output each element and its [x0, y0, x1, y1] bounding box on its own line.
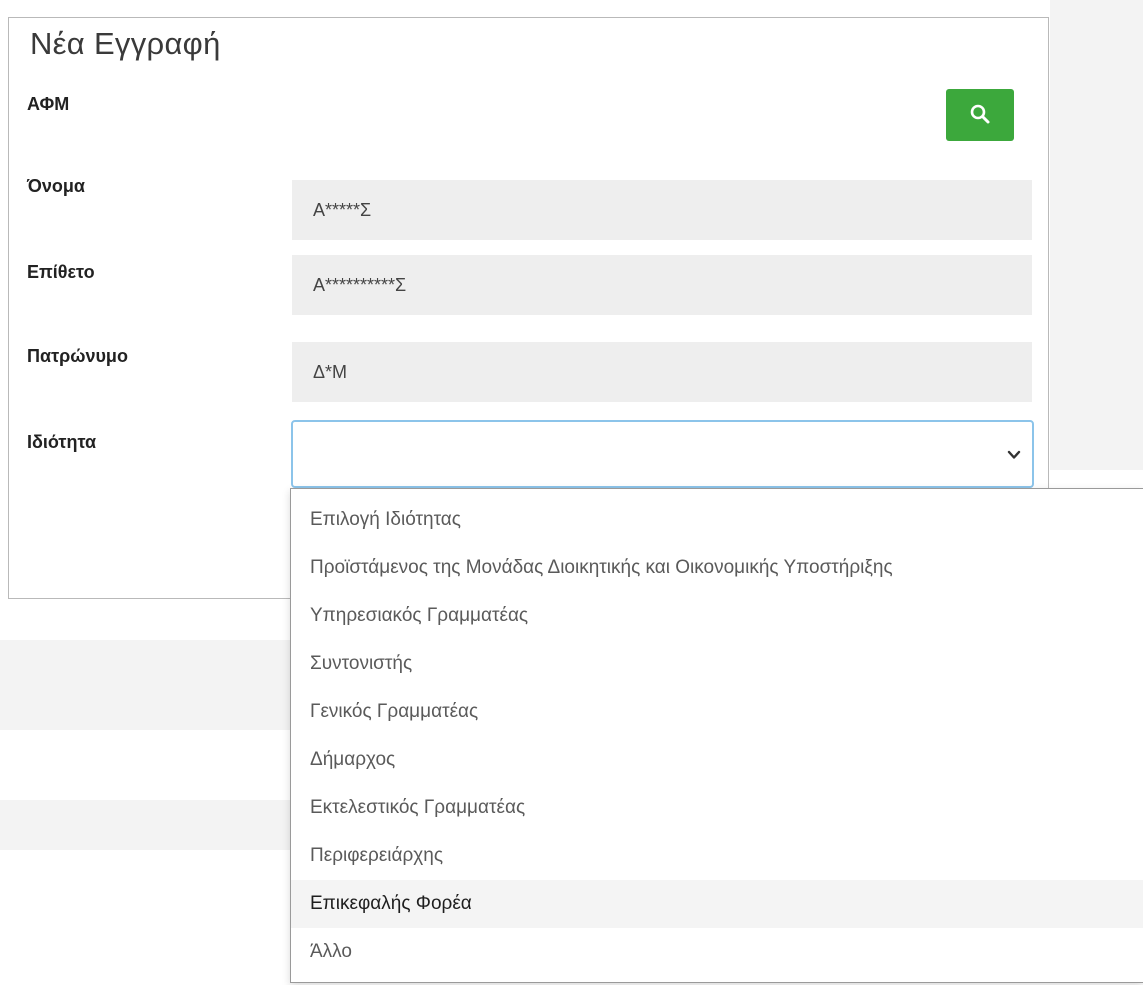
dropdown-option[interactable]: Προϊστάμενος της Μονάδας Διοικητικής και…: [291, 544, 1143, 592]
background-shade: [0, 640, 290, 730]
dropdown-option[interactable]: Επιλογή Ιδιότητας: [291, 496, 1143, 544]
afm-label: ΑΦΜ: [27, 94, 70, 114]
dropdown-option[interactable]: Περιφερειάρχης: [291, 832, 1143, 880]
dropdown-option[interactable]: Συντονιστής: [291, 640, 1143, 688]
background-shade: [0, 800, 290, 850]
dropdown-option-highlighted[interactable]: Επικεφαλής Φορέα: [291, 880, 1143, 928]
capacity-dropdown-list: Επιλογή Ιδιότητας Προϊστάμενος της Μονάδ…: [290, 488, 1143, 983]
dropdown-option[interactable]: Γενικός Γραμματέας: [291, 688, 1143, 736]
capacity-label: Ιδιότητα: [27, 432, 97, 452]
last-name-label: Επίθετο: [27, 262, 95, 282]
dropdown-option[interactable]: Δήμαρχος: [291, 736, 1143, 784]
background-shade: [1050, 0, 1143, 470]
first-name-label: Όνομα: [27, 176, 85, 196]
father-name-label: Πατρώνυμο: [27, 346, 128, 366]
page-title: Νέα Εγγραφή: [30, 26, 221, 61]
last-name-field[interactable]: [292, 255, 1032, 315]
search-icon: [969, 103, 991, 128]
dropdown-option[interactable]: Άλλο: [291, 928, 1143, 976]
first-name-field[interactable]: [292, 180, 1032, 240]
capacity-select[interactable]: [291, 420, 1034, 488]
search-button[interactable]: [946, 89, 1014, 141]
dropdown-option[interactable]: Εκτελεστικός Γραμματέας: [291, 784, 1143, 832]
dropdown-option[interactable]: Υπηρεσιακός Γραμματέας: [291, 592, 1143, 640]
chevron-down-icon: [1006, 448, 1022, 462]
father-name-field[interactable]: [292, 342, 1032, 402]
